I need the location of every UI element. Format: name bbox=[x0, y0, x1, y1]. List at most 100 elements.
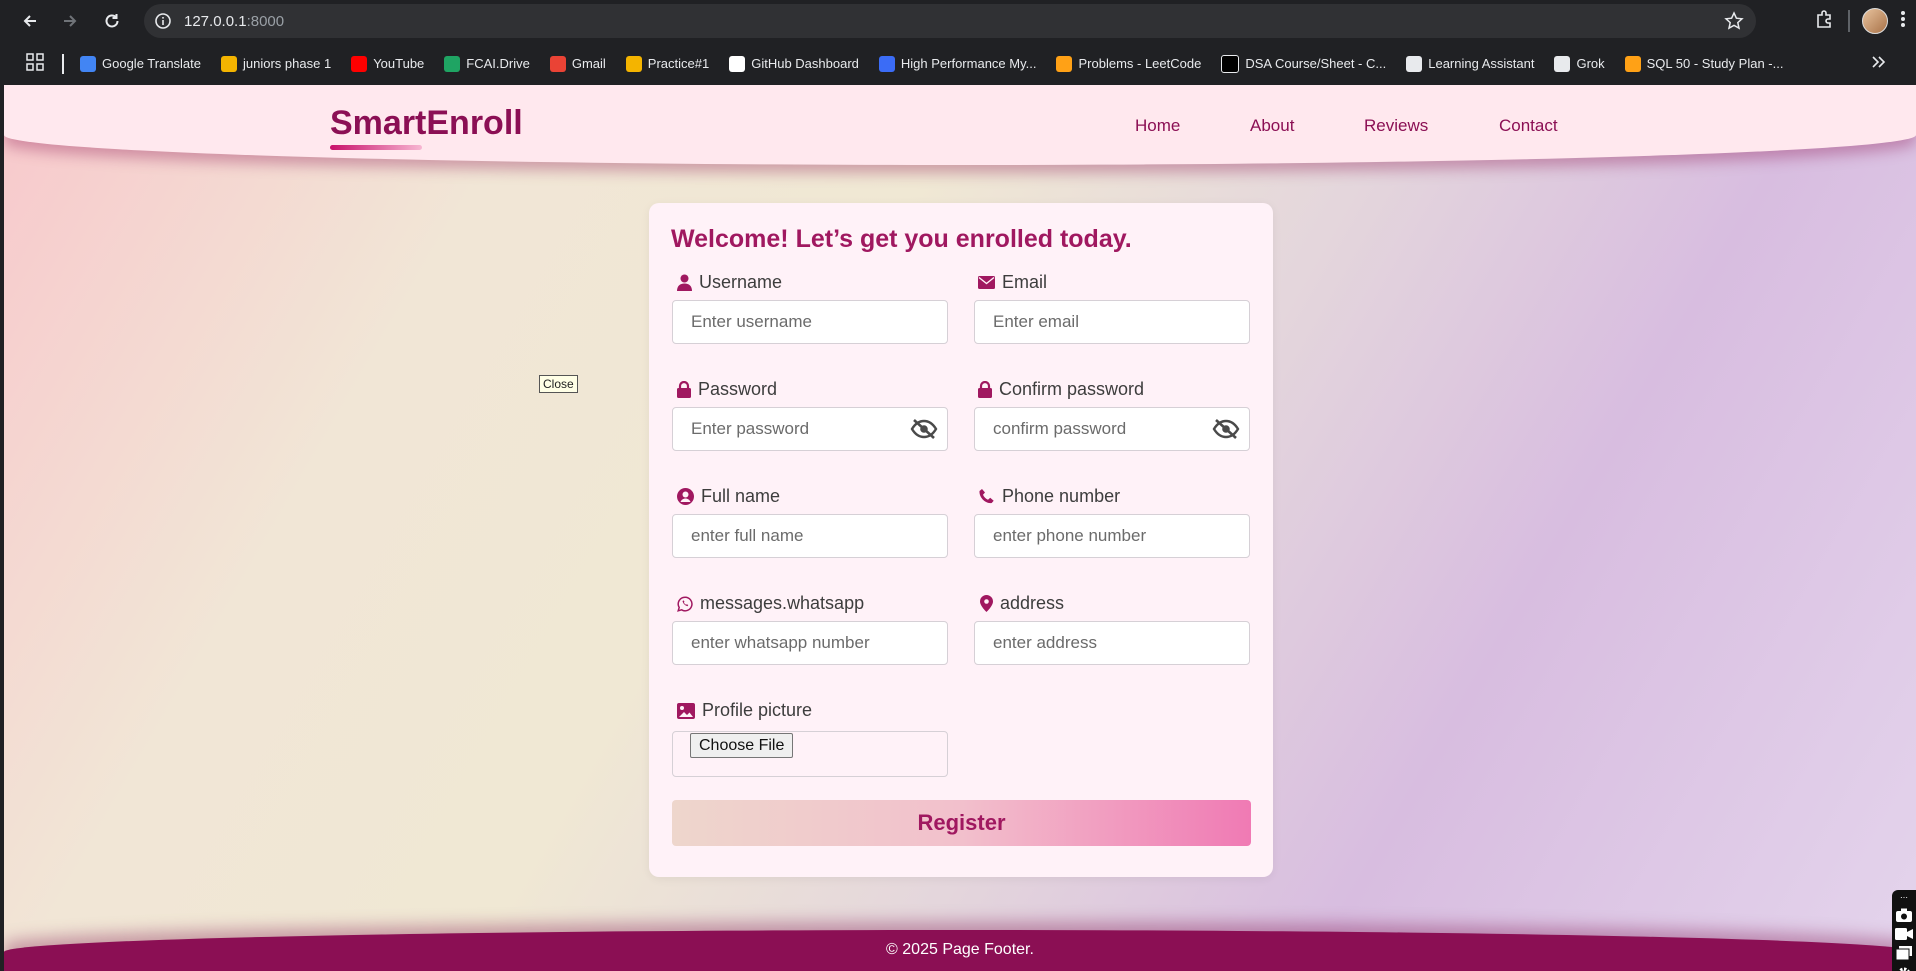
bookmark-item[interactable]: High Performance My... bbox=[878, 55, 1037, 72]
bookmarks-bar: Google Translate juniors phase 1 YouTube FC… bbox=[0, 42, 1916, 85]
nav-reviews[interactable]: Reviews bbox=[1364, 116, 1428, 136]
bookmark-item[interactable]: GitHub Dashboard bbox=[729, 55, 859, 72]
whatsapp-label: messages.whatsapp bbox=[677, 593, 864, 614]
user-circle-icon bbox=[677, 488, 694, 505]
nav-home[interactable]: Home bbox=[1135, 116, 1180, 136]
bookmark-label: YouTube bbox=[373, 56, 425, 71]
url-port: :8000 bbox=[246, 12, 285, 30]
address-bar[interactable]: 127.0.0.1:8000 bbox=[144, 4, 1756, 38]
bookmark-star-icon[interactable] bbox=[1724, 11, 1744, 36]
bookmark-item[interactable]: Google Translate bbox=[80, 55, 202, 72]
phone-icon bbox=[979, 489, 994, 504]
toolbar-divider bbox=[1848, 10, 1850, 32]
site-header: SmartEnroll Home About Reviews Contact bbox=[4, 85, 1916, 165]
bookmark-item[interactable]: SQL 50 - Study Plan -... bbox=[1624, 55, 1783, 72]
registration-form: Welcome! Let’s get you enrolled today. U… bbox=[649, 203, 1273, 877]
bookmark-item[interactable]: Gmail bbox=[549, 55, 606, 72]
address-label: address bbox=[980, 593, 1064, 614]
bookmark-list: Google Translate juniors phase 1 YouTube FC… bbox=[80, 54, 1803, 73]
bookmark-label: juniors phase 1 bbox=[243, 56, 332, 71]
widget-menu-icon[interactable]: ⋯ bbox=[1900, 894, 1908, 902]
email-input[interactable] bbox=[974, 300, 1250, 344]
toolbar-actions bbox=[1814, 0, 1916, 42]
lock-icon bbox=[677, 381, 691, 398]
username-label: Username bbox=[677, 272, 782, 293]
menu-dots-icon[interactable] bbox=[1900, 9, 1906, 34]
address-input[interactable] bbox=[974, 621, 1250, 665]
bookmark-item[interactable]: Practice#1 bbox=[625, 55, 710, 72]
full-name-input[interactable] bbox=[672, 514, 948, 558]
brand-logo[interactable]: SmartEnroll bbox=[330, 104, 523, 143]
password-input[interactable] bbox=[672, 407, 948, 451]
forward-icon[interactable] bbox=[52, 3, 88, 39]
bookmark-label: Learning Assistant bbox=[1428, 56, 1535, 71]
toggle-password-visibility-icon[interactable] bbox=[909, 418, 939, 440]
whatsapp-icon bbox=[677, 595, 693, 612]
password-label: Password bbox=[677, 379, 777, 400]
reload-icon[interactable] bbox=[94, 3, 130, 39]
bookmark-item[interactable]: juniors phase 1 bbox=[221, 55, 332, 72]
bookmarks-overflow-icon[interactable] bbox=[1870, 54, 1886, 73]
phone-label: Phone number bbox=[978, 486, 1120, 507]
close-tooltip: Close bbox=[539, 375, 578, 393]
bookmark-label: High Performance My... bbox=[900, 56, 1037, 71]
site-info-icon[interactable] bbox=[152, 10, 174, 32]
bookmark-item[interactable]: YouTube bbox=[351, 55, 425, 72]
bookmark-label: Google Translate bbox=[102, 56, 202, 71]
bar-chart-icon bbox=[221, 55, 238, 72]
bookmark-label: FCAI.Drive bbox=[466, 56, 530, 71]
back-icon[interactable] bbox=[12, 3, 48, 39]
nav-contact[interactable]: Contact bbox=[1499, 116, 1558, 136]
bookmark-item[interactable]: DSA Course/Sheet - C... bbox=[1221, 54, 1387, 73]
camera-icon[interactable] bbox=[1896, 908, 1912, 922]
whatsapp-input[interactable] bbox=[672, 621, 948, 665]
image-icon bbox=[677, 702, 695, 719]
register-button[interactable]: Register bbox=[672, 800, 1251, 846]
envelope-icon bbox=[978, 276, 995, 289]
phone-input[interactable] bbox=[974, 514, 1250, 558]
bookmark-label: DSA Course/Sheet - C... bbox=[1245, 56, 1387, 71]
bookmark-item[interactable]: Problems - LeetCode bbox=[1056, 55, 1202, 72]
footer-text: © 2025 Page Footer. bbox=[886, 941, 1034, 958]
bookmark-label: GitHub Dashboard bbox=[751, 56, 859, 71]
url-host: 127.0.0.1 bbox=[184, 12, 247, 30]
brand-underline bbox=[330, 145, 422, 150]
toggle-confirm-password-visibility-icon[interactable] bbox=[1211, 418, 1241, 440]
leetcode-icon bbox=[1056, 55, 1073, 72]
confirm-password-input[interactable] bbox=[974, 407, 1250, 451]
choose-file-button[interactable]: Choose File bbox=[690, 733, 794, 758]
google-translate-icon bbox=[80, 55, 96, 72]
confirm-password-label: Confirm password bbox=[978, 379, 1144, 400]
email-label: Email bbox=[978, 272, 1047, 293]
google-drive-icon bbox=[444, 55, 461, 72]
github-icon bbox=[729, 55, 746, 72]
grok-icon bbox=[1554, 55, 1571, 72]
tuf-icon bbox=[1221, 54, 1240, 73]
gmail-icon bbox=[549, 55, 566, 72]
bookmark-item[interactable]: Learning Assistant bbox=[1406, 55, 1535, 72]
profile-picture-input: Choose File bbox=[672, 731, 948, 777]
bookmarks-divider bbox=[62, 53, 64, 74]
video-camera-icon[interactable] bbox=[1895, 928, 1913, 940]
extensions-icon[interactable] bbox=[1814, 8, 1836, 35]
nav-about[interactable]: About bbox=[1250, 116, 1294, 136]
full-name-label: Full name bbox=[677, 486, 780, 507]
apps-grid-icon[interactable] bbox=[26, 53, 44, 74]
page-viewport: SmartEnroll Home About Reviews Contact C… bbox=[4, 85, 1916, 971]
user-icon bbox=[677, 274, 692, 291]
browser-toolbar: 127.0.0.1:8000 bbox=[0, 0, 1916, 42]
screen-capture-widget: ⋯ bbox=[1892, 890, 1916, 971]
bookmark-label: Grok bbox=[1576, 56, 1605, 71]
bar-chart-icon bbox=[625, 55, 642, 72]
image-icon bbox=[1406, 55, 1423, 72]
bookmark-item[interactable]: FCAI.Drive bbox=[444, 55, 530, 72]
settings-gear-icon[interactable] bbox=[1896, 966, 1912, 971]
bookmark-item[interactable]: Grok bbox=[1554, 55, 1605, 72]
username-input[interactable] bbox=[672, 300, 948, 344]
map-pin-icon bbox=[980, 595, 993, 612]
lock-icon bbox=[978, 381, 992, 398]
bookmark-label: Problems - LeetCode bbox=[1078, 56, 1202, 71]
windows-icon[interactable] bbox=[1896, 946, 1912, 960]
profile-avatar[interactable] bbox=[1862, 8, 1888, 34]
bookmark-label: Practice#1 bbox=[647, 56, 710, 71]
